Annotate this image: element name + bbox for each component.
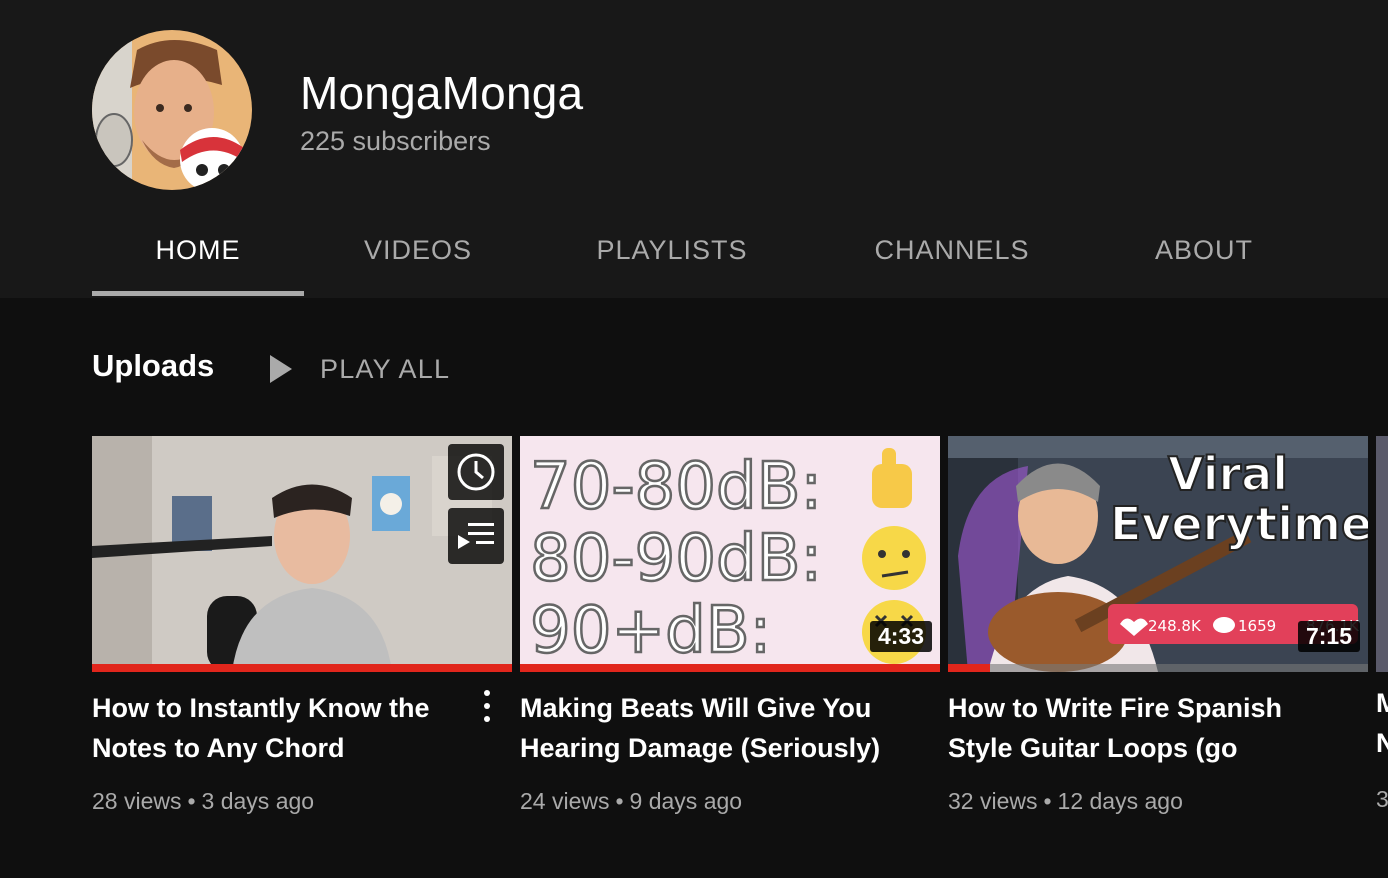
tab-playlists[interactable]: PLAYLISTS [568,212,776,298]
watch-later-button[interactable] [448,444,504,500]
video-duration: 4:33 [869,621,932,652]
video-thumbnail[interactable]: Viral Everytime 248.8K 1659 876.1K 7:15 [948,436,1368,672]
watch-progress-bar [948,664,990,672]
partial-meta: 3 [1376,786,1388,812]
video-thumbnail[interactable]: 70-80dB: 80-90dB: 90+dB: 4:33 [520,436,940,672]
video-card: 70-80dB: 80-90dB: 90+dB: 4:33 Making Bea… [520,436,940,836]
queue-icon [458,523,494,549]
view-count: 28 views [92,788,182,814]
tab-channels[interactable]: CHANNELS [844,212,1060,298]
video-card: How to Instantly Know the Notes to Any C… [92,436,512,836]
active-tab-indicator [92,291,304,296]
upload-age: 3 days ago [201,788,315,814]
video-title[interactable]: Making Beats Will Give You Hearing Damag… [520,688,890,768]
video-meta: 24 views • 9 days ago [520,788,743,814]
video-duration: 7:15 [1297,621,1360,652]
clock-icon [457,453,495,491]
upload-age: 12 days ago [1057,788,1183,814]
thumb-likes: 248.8K [1148,617,1202,635]
thumb-line-3: 90+dB: [530,594,771,668]
video-title[interactable]: How to Write Fire Spanish Style Guitar L… [948,688,1318,768]
thumb-line-2: 80-90dB: [530,522,822,596]
video-thumbnail-partial[interactable] [1376,436,1388,672]
thumb-comments: 1659 [1238,617,1276,635]
more-dot-icon [484,703,490,709]
add-to-queue-button[interactable] [448,508,504,564]
play-all-button[interactable]: PLAY ALL [268,352,450,386]
worried-face-icon [862,526,926,590]
channel-name: MongaMonga [300,67,584,119]
video-card: Viral Everytime 248.8K 1659 876.1K 7:15 … [948,436,1368,836]
more-dot-icon [484,690,490,696]
view-count: 32 views [948,788,1038,814]
watch-progress-bar [92,664,512,672]
video-thumbnail[interactable] [92,436,512,672]
avatar-image [92,30,252,190]
subscriber-count: 225 subscribers [300,126,491,156]
shelf-title: Uploads [92,348,215,383]
upload-age: 9 days ago [629,788,743,814]
thumb-line-1: 70-80dB: [530,450,822,524]
comment-icon [1213,617,1235,633]
video-meta: 32 views • 12 days ago [948,788,1183,814]
more-dot-icon [484,716,490,722]
partial-title-line-1: M [1376,688,1388,718]
more-actions-button[interactable] [476,688,498,724]
tab-home[interactable]: HOME [92,212,304,298]
play-icon [270,355,292,383]
video-title[interactable]: How to Instantly Know the Notes to Any C… [92,688,462,768]
channel-header: MongaMonga 225 subscribers HOME VIDEOS P… [0,0,1388,298]
video-meta: 28 views • 3 days ago [92,788,315,814]
channel-avatar[interactable] [92,30,252,190]
thumb-text-everytime: Everytime [1110,497,1368,551]
thumb-text-viral: Viral [1168,447,1288,501]
play-all-label: PLAY ALL [320,353,451,384]
partial-title-line-2: N [1376,728,1388,758]
channel-tabs: HOME VIDEOS PLAYLISTS CHANNELS ABOUT [92,212,1388,298]
watch-progress-bar [520,664,940,672]
tab-videos[interactable]: VIDEOS [332,212,504,298]
watch-progress-track [948,664,1368,672]
tab-about[interactable]: ABOUT [1132,212,1276,298]
view-count: 24 views [520,788,610,814]
